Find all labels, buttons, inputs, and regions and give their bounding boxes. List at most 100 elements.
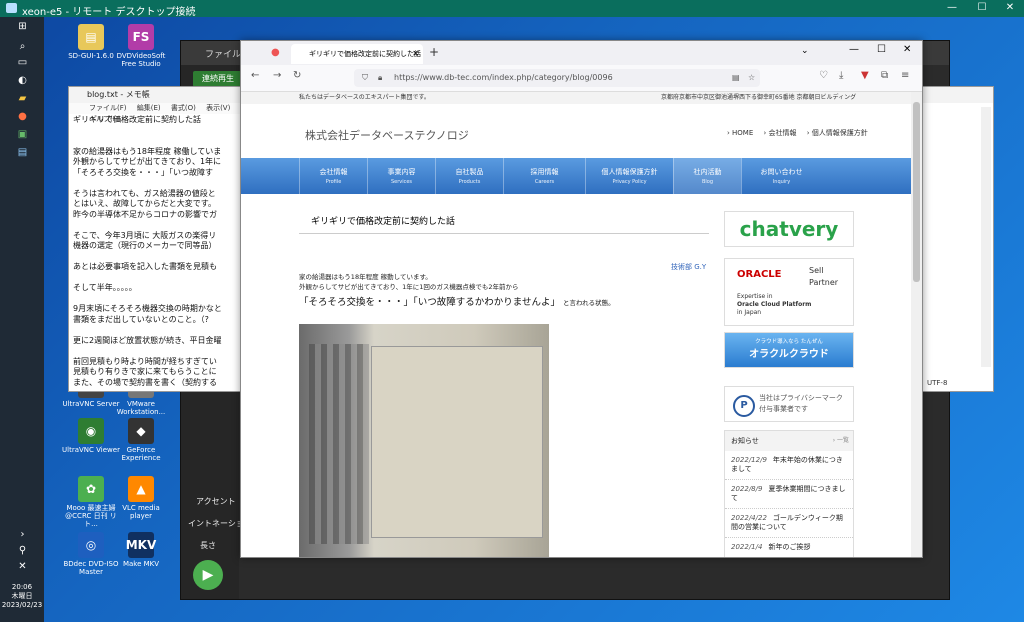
link-privacy[interactable]: › 個人情報保護方針 [807, 129, 868, 137]
forward-icon[interactable]: → [273, 70, 281, 81]
clock-date: 2023/02/23 [1, 601, 43, 609]
tab-close-icon[interactable]: ✕ [412, 44, 419, 64]
menu-format[interactable]: 書式(O) [171, 104, 196, 112]
notepad-line: 見積もり有りきで家に来てもらうことに [73, 367, 217, 376]
link-home[interactable]: › HOME [727, 129, 753, 137]
news-date: 2022/4/22 [731, 514, 767, 522]
notepad-line: また、その場で契約書を書く（契約する [73, 377, 217, 387]
nav-item[interactable]: 事業内容 Services [367, 158, 435, 194]
post-author[interactable]: 技術部 G.Y [671, 262, 706, 272]
search-icon[interactable]: ⌕ [17, 41, 28, 52]
nav-item[interactable]: 採用情報 Careers [503, 158, 585, 194]
rd-close-button[interactable]: ✕ [1000, 2, 1020, 13]
news-more-link[interactable]: › 一覧 [833, 431, 849, 451]
extension-icon[interactable]: ▼ [861, 70, 869, 81]
close-button[interactable]: ✕ [903, 44, 911, 55]
reader-view-icon[interactable]: ▤ [732, 69, 740, 87]
oracle-sell: Sell [809, 266, 824, 275]
notepad-line: 昨今の半導体不足からコロナの影響でガ [73, 209, 217, 219]
site-name[interactable]: 株式会社データベーステクノロジ [305, 127, 469, 143]
downloads-icon[interactable]: ⤓ [839, 70, 843, 81]
file-menu[interactable]: ファイル [205, 47, 241, 60]
back-icon[interactable]: ← [251, 70, 259, 81]
notepad-line [73, 252, 239, 263]
nav-item[interactable]: お問い合わせ Inquiry [741, 158, 821, 194]
notepad-icon[interactable]: ▤ [17, 147, 28, 158]
reload-icon[interactable]: ↻ [293, 70, 301, 81]
news-item[interactable]: 2022/4/22 ゴールデンウィーク期間の営業について [725, 509, 853, 538]
oracle-expertise: Expertise in Oracle Cloud Platform in Ja… [737, 293, 811, 317]
nav-item[interactable]: 社内活動 Blog [673, 158, 741, 194]
menu-view[interactable]: 表示(V) [206, 104, 230, 112]
network-icon[interactable]: ⚲ [17, 545, 28, 556]
remote-desktop-title: xeon-e5 - リモート デスクトップ接続 [22, 7, 196, 18]
oracle-cloud-banner[interactable]: クラウド導入なら たんぜん オラクルクラウド [724, 332, 854, 368]
menu-edit[interactable]: 編集(E) [137, 104, 161, 112]
app-icon[interactable]: ▣ [17, 129, 28, 140]
explorer-icon[interactable]: ▰ [17, 93, 28, 104]
oracle-partner-banner[interactable]: ORACLE Sell Partner Expertise in Oracle … [724, 258, 854, 326]
browser-window: ● ギリギリで価格改定前に契約した話 ✕ + ⌄ — ☐ ✕ ← → ↻ ⛉ 🔒… [240, 40, 923, 558]
nav-item-sub: Privacy Policy [612, 179, 647, 185]
rd-minimize-button[interactable]: — [942, 2, 962, 13]
desktop-icon-label: Make MKV [122, 560, 160, 568]
notepad-text-area[interactable]: ギリギリで価格改定前に契約した話 家の給湯器はもう18年程度 稼働していま 外観から… [73, 115, 239, 387]
nav-item-sub: Profile [325, 179, 342, 185]
desktop-icon-image: ◆ [128, 418, 154, 444]
nav-item[interactable]: 会社情報 Profile [299, 158, 367, 194]
new-tab-button[interactable]: + [429, 45, 439, 59]
pmark-line-1: 当社はプライバシーマーク [759, 394, 843, 402]
edge-icon[interactable]: ◐ [17, 75, 28, 86]
bookmark-star-icon[interactable]: ☆ [748, 69, 755, 87]
chatvery-banner[interactable]: chatvery [724, 211, 854, 247]
scrollbar-thumb[interactable] [913, 102, 920, 282]
nav-item[interactable]: 自社製品 Products [435, 158, 503, 194]
notepad-line: 前回見積もり時より時間が経ちすぎてい [73, 356, 217, 366]
post-line-1: 家の給湯器はもう18年程度 稼動しています。 [299, 273, 432, 281]
desktop-icon[interactable]: MKV Make MKV [112, 532, 170, 568]
nav-item[interactable]: 個人情報保護方針 Privacy Policy [585, 158, 673, 194]
firefox-icon[interactable]: ● [17, 111, 28, 122]
desktop-icon-label: GeForce Experience [121, 446, 161, 462]
news-item[interactable]: 2022/8/9 夏季休業期間につきまして [725, 480, 853, 509]
rd-maximize-button[interactable]: ☐ [972, 2, 992, 13]
news-item[interactable]: 2022/12/9 年末年始の休業につきまして [725, 451, 853, 480]
desktop-icon[interactable]: ▲ VLC media player [112, 476, 170, 520]
notepad-2-scrollbar[interactable] [981, 107, 991, 367]
news-date: 2022/12/9 [731, 456, 767, 464]
task-view-icon[interactable]: ▭ [17, 57, 28, 68]
link-company[interactable]: › 会社情報 [764, 129, 797, 137]
extensions-icon[interactable]: ⧉ [881, 70, 888, 81]
menu-file[interactable]: ファイル(F) [89, 104, 127, 112]
shield-icon[interactable]: ⛉ [362, 69, 368, 87]
global-nav: 会社情報 Profile 事業内容 Services 自社製品 Products 採用情報 C… [241, 158, 911, 194]
news-date: 2022/8/9 [731, 485, 763, 493]
menu-icon[interactable]: ≡ [901, 70, 909, 81]
close-icon[interactable]: ✕ [17, 561, 28, 572]
nav-item-label: 自社製品 [455, 168, 484, 176]
minimize-button[interactable]: — [849, 44, 859, 55]
maximize-button[interactable]: ☐ [877, 44, 886, 55]
continuous-play-button[interactable]: 連続再生 [193, 71, 243, 87]
chevron-right-icon[interactable]: › [17, 529, 28, 540]
post-quote-text: 「そろそろ交換を・・・」「いつ故障するかわかりませんよ」 [299, 297, 560, 308]
pocket-icon[interactable]: ♡ [819, 70, 828, 81]
notepad-line: とはいえ、故障してからだと大変です。 [73, 199, 216, 208]
lock-icon[interactable]: 🔒︎ [378, 69, 382, 87]
firefox-view-icon[interactable]: ● [271, 47, 280, 58]
desktop-icon[interactable]: FS DVDVideoSoft Free Studio [112, 24, 170, 68]
privacy-mark-banner[interactable]: P 当社はプライバシーマーク 付与事業者です [724, 386, 854, 422]
news-item[interactable]: 2022/1/4 新年のご挨拶 [725, 538, 853, 557]
accent-tab[interactable]: アクセント [196, 496, 236, 507]
start-icon[interactable]: ⊞ [17, 21, 28, 32]
tab-active[interactable]: ギリギリで価格改定前に契約した話 ✕ [291, 44, 423, 64]
notepad-line: 9月末頃にそろそろ機器交換の時期かなと [73, 304, 222, 313]
play-button[interactable]: ▶ [193, 560, 223, 590]
desktop-icon-image: ▤ [78, 24, 104, 50]
desktop-icon[interactable]: ◆ GeForce Experience [112, 418, 170, 462]
page-scrollbar[interactable] [911, 92, 922, 557]
notepad-window-2: UTF-8 [918, 86, 994, 392]
url-bar[interactable]: ⛉ 🔒︎ https://www.db-tec.com/index.php/ca… [354, 69, 760, 87]
length-tab[interactable]: 長さ [200, 540, 216, 551]
list-tabs-icon[interactable]: ⌄ [801, 46, 809, 56]
